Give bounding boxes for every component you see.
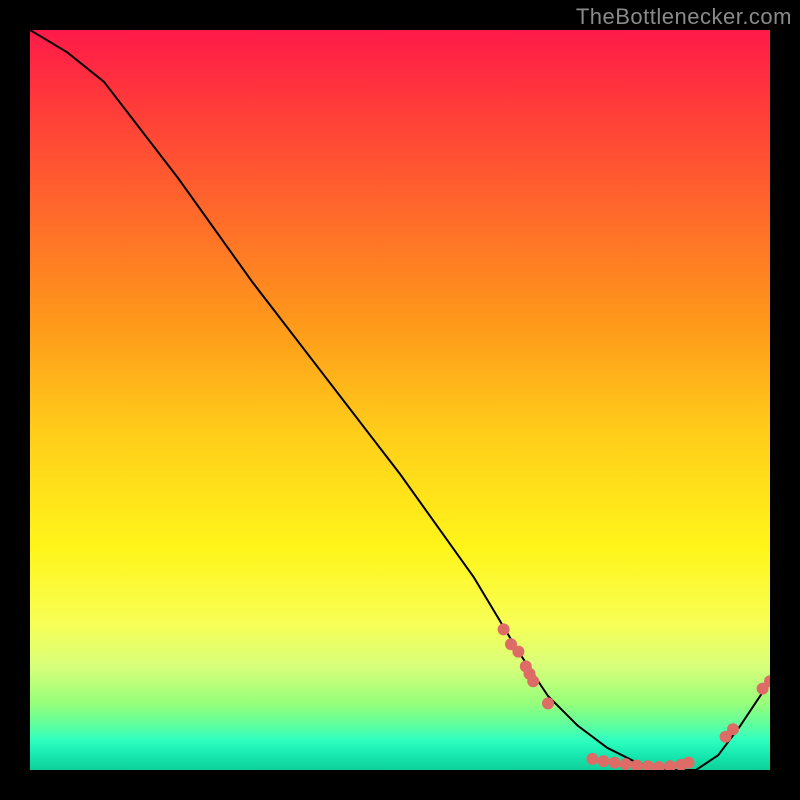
markers <box>498 623 770 770</box>
data-point <box>498 623 510 635</box>
chart-svg <box>30 30 770 770</box>
data-point <box>620 758 632 770</box>
data-point <box>586 753 598 765</box>
data-point <box>609 757 621 769</box>
data-point <box>683 757 695 769</box>
data-point <box>527 675 539 687</box>
data-point <box>653 761 665 770</box>
data-point <box>664 760 676 770</box>
data-point <box>542 697 554 709</box>
data-point <box>642 760 654 770</box>
data-point <box>512 646 524 658</box>
line-series <box>30 30 770 770</box>
data-point <box>727 723 739 735</box>
plot-area <box>30 30 770 770</box>
chart-frame: TheBottlenecker.com <box>0 0 800 800</box>
watermark-text: TheBottlenecker.com <box>576 4 792 30</box>
data-point <box>598 755 610 767</box>
